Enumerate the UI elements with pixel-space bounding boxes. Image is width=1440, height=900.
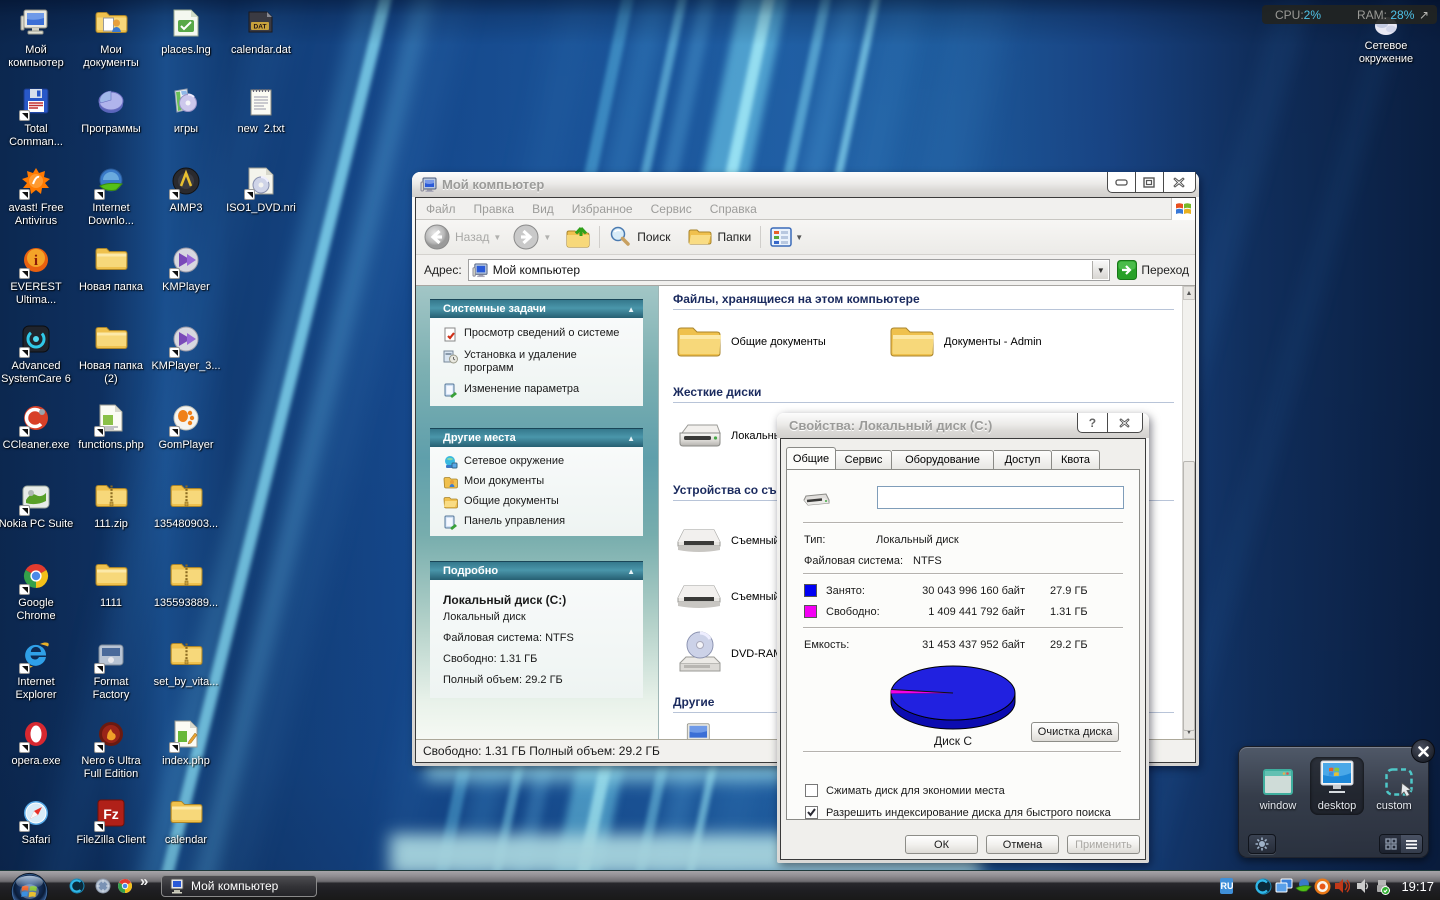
svg-text:Fz: Fz	[103, 806, 119, 822]
svg-text:DAT: DAT	[254, 24, 267, 31]
svg-text:i: i	[34, 253, 38, 269]
